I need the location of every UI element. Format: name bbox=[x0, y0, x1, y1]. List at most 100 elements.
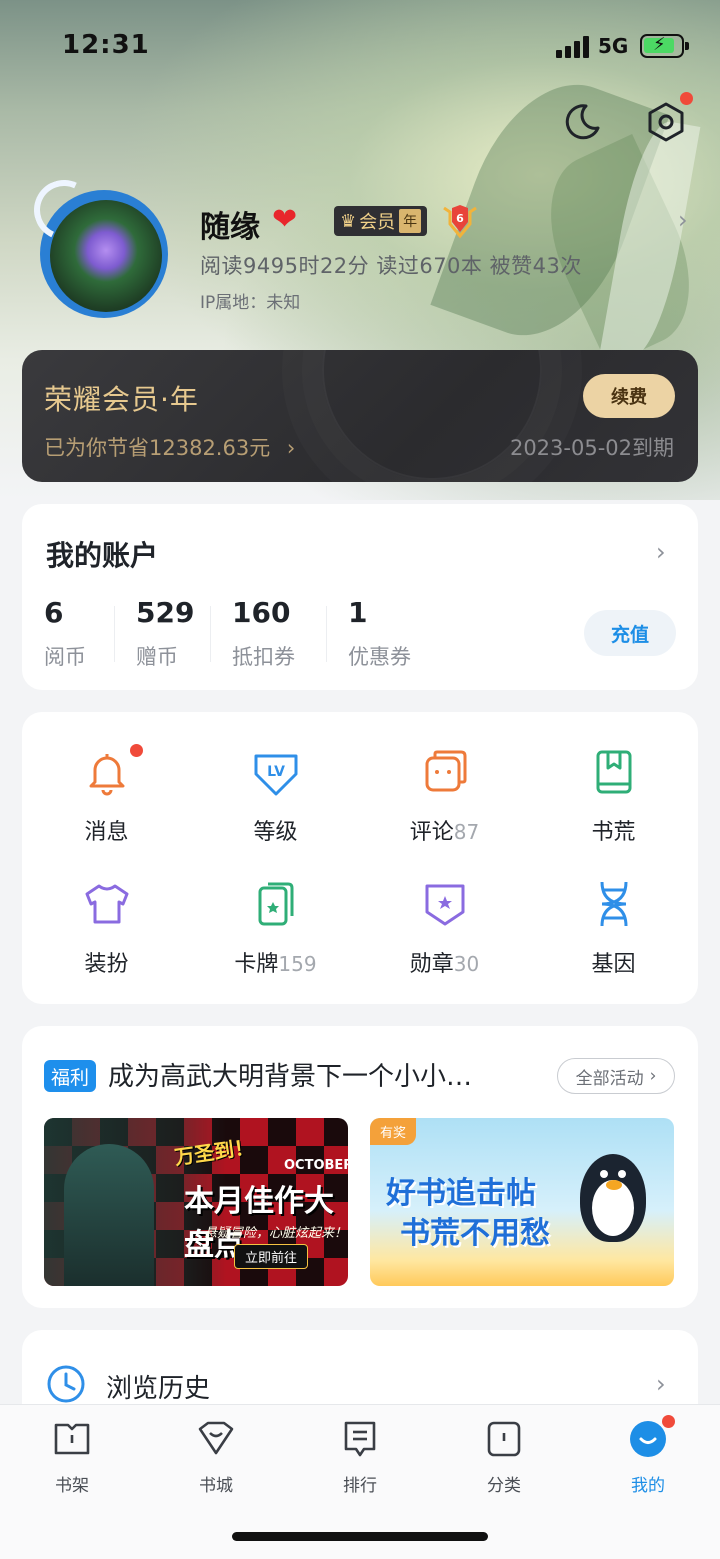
renew-button[interactable]: 续费 bbox=[583, 374, 675, 418]
profile-icon bbox=[628, 1415, 675, 1459]
feature-label: 书荒 bbox=[591, 820, 636, 845]
vip-savings[interactable]: 已为你节省12382.63元 › bbox=[44, 432, 295, 462]
recharge-button[interactable]: 充值 bbox=[584, 610, 676, 656]
level-value: 6 bbox=[456, 212, 464, 225]
account-label: 赠币 bbox=[136, 645, 178, 669]
banner-english-text: OCTOBER bbox=[284, 1158, 348, 1173]
settings-notification-dot bbox=[680, 92, 693, 105]
account-item-coupon[interactable]: 1 优惠券 bbox=[348, 596, 411, 671]
chevron-right-icon: › bbox=[678, 206, 688, 234]
nickname: 随缘 bbox=[200, 210, 260, 245]
penguin-mascot-icon bbox=[580, 1154, 646, 1242]
bookstore-icon bbox=[196, 1419, 236, 1459]
feature-book-shortage[interactable]: 书荒 bbox=[529, 744, 698, 864]
feature-comments[interactable]: 评论87 bbox=[360, 744, 529, 864]
all-activities-label: 全部活动 bbox=[575, 1068, 644, 1089]
level-shield-icon[interactable]: 6 bbox=[440, 202, 480, 240]
banner-line-1: 好书追击帖 bbox=[386, 1176, 536, 1211]
reading-stats: 阅读9495时22分 读过670本 被赞43次 bbox=[200, 254, 582, 278]
clock-icon bbox=[46, 1364, 86, 1404]
chevron-right-icon: › bbox=[286, 436, 296, 460]
account-label: 抵扣券 bbox=[232, 645, 295, 669]
signal-icon bbox=[556, 36, 590, 58]
vip-badge[interactable]: ♛ 会员 年 bbox=[334, 206, 428, 236]
medal-icon bbox=[417, 876, 473, 932]
vip-badge-period: 年 bbox=[399, 209, 422, 233]
tshirt-icon bbox=[79, 876, 135, 932]
svg-text:LV: LV bbox=[267, 764, 285, 780]
comment-icon bbox=[417, 744, 473, 800]
bookshelf-icon bbox=[52, 1419, 92, 1459]
divider bbox=[114, 606, 115, 662]
divider bbox=[210, 606, 211, 662]
feature-medals[interactable]: 勋章30 bbox=[360, 876, 529, 996]
divider bbox=[326, 606, 327, 662]
tab-ranking[interactable]: 排行 bbox=[310, 1419, 410, 1496]
ranking-icon bbox=[340, 1419, 380, 1459]
vip-expire-date: 2023-05-02到期 bbox=[509, 436, 674, 460]
tab-label: 我的 bbox=[631, 1476, 665, 1496]
feature-messages[interactable]: 消息 bbox=[22, 744, 191, 864]
banner-book-hunt[interactable]: 有奖 好书追击帖 书荒不用愁 bbox=[370, 1118, 674, 1286]
profile-notification-dot bbox=[662, 1415, 675, 1428]
tab-label: 分类 bbox=[487, 1476, 521, 1496]
banner-go-button[interactable]: 立即前往 bbox=[234, 1244, 309, 1269]
all-activities-button[interactable]: 全部活动 › bbox=[557, 1058, 675, 1094]
feature-label: 评论87 bbox=[409, 820, 480, 845]
feature-dressup[interactable]: 装扮 bbox=[22, 876, 191, 996]
feature-gene[interactable]: 基因 bbox=[529, 876, 698, 996]
tab-bookshelf[interactable]: 书架 bbox=[22, 1419, 122, 1496]
vip-savings-text: 已为你节省12382.63元 bbox=[44, 436, 271, 460]
message-notification-dot bbox=[130, 744, 143, 757]
status-time: 12:31 bbox=[62, 30, 150, 60]
vip-membership-card[interactable]: 荣耀会员·年 已为你节省12382.63元 › 续费 2023-05-02到期 bbox=[22, 350, 698, 482]
feature-label: 基因 bbox=[591, 952, 636, 977]
account-value: 160 bbox=[232, 596, 291, 629]
banner-line-2: 书荒不用愁 bbox=[400, 1216, 550, 1251]
tab-profile[interactable]: 我的 bbox=[598, 1415, 698, 1496]
feature-label: 装扮 bbox=[84, 952, 129, 977]
chevron-right-icon[interactable]: › bbox=[656, 538, 666, 566]
home-indicator bbox=[232, 1532, 488, 1541]
settings-icon[interactable] bbox=[644, 92, 693, 144]
account-item-yuebi[interactable]: 6 阅币 bbox=[44, 596, 86, 671]
account-label: 优惠券 bbox=[348, 645, 411, 669]
feature-label: 消息 bbox=[84, 820, 129, 845]
tab-label: 书架 bbox=[55, 1476, 89, 1496]
dna-icon bbox=[586, 876, 642, 932]
network-type: 5G bbox=[598, 34, 629, 58]
banner-monthly-picks[interactable]: 万圣到！ OCTOBER 本月佳作大盘点 悬疑冒险，心脏炫起来！ 立即前往 bbox=[44, 1118, 348, 1286]
bookmark-book-icon bbox=[586, 744, 642, 800]
battery-icon: ⚡ bbox=[640, 34, 689, 58]
award-tag: 有奖 bbox=[370, 1118, 417, 1145]
banner-tagline: 悬疑冒险，心脏炫起来！ bbox=[204, 1226, 348, 1241]
feature-cards[interactable]: 卡牌159 bbox=[191, 876, 360, 996]
account-item-coupon-deduct[interactable]: 160 抵扣券 bbox=[232, 596, 295, 671]
account-value: 1 bbox=[348, 596, 368, 629]
account-value: 6 bbox=[44, 596, 64, 629]
category-icon bbox=[484, 1419, 524, 1459]
night-mode-icon[interactable] bbox=[560, 100, 604, 144]
welfare-tag: 福利 bbox=[44, 1060, 97, 1092]
welfare-title[interactable]: 成为高武大明背景下一个小小… bbox=[108, 1056, 472, 1093]
ip-location: IP属地：未知 bbox=[200, 293, 301, 313]
heart-icon: ❤ bbox=[272, 202, 298, 237]
profile-section[interactable]: 随缘 ❤ ♛ 会员 年 6 阅读9495时22分 读过670本 被赞43次 IP… bbox=[0, 171, 720, 330]
tab-label: 书城 bbox=[199, 1476, 233, 1496]
feature-label: 等级 bbox=[253, 820, 298, 845]
chevron-right-icon: › bbox=[656, 1370, 666, 1398]
bell-icon bbox=[79, 744, 135, 800]
vip-badge-label: 会员 bbox=[359, 212, 396, 233]
account-title: 我的账户 bbox=[46, 539, 159, 572]
account-item-zengbi[interactable]: 529 赠币 bbox=[136, 596, 194, 671]
tab-bookstore[interactable]: 书城 bbox=[166, 1419, 266, 1496]
feature-level[interactable]: LV 等级 bbox=[191, 744, 360, 864]
tab-label: 排行 bbox=[343, 1476, 377, 1496]
account-card: 我的账户 › 6 阅币 529 赠币 160 抵扣券 1 优惠券 充值 bbox=[22, 504, 698, 690]
tab-category[interactable]: 分类 bbox=[454, 1419, 554, 1496]
browse-history-label: 浏览历史 bbox=[106, 1374, 211, 1404]
account-value: 529 bbox=[136, 596, 195, 629]
level-badge-icon: LV bbox=[248, 744, 304, 800]
illustration-characters bbox=[64, 1144, 154, 1286]
welfare-card: 福利 成为高武大明背景下一个小小… 全部活动 › 万圣到！ OCTOBER 本月… bbox=[22, 1026, 698, 1308]
